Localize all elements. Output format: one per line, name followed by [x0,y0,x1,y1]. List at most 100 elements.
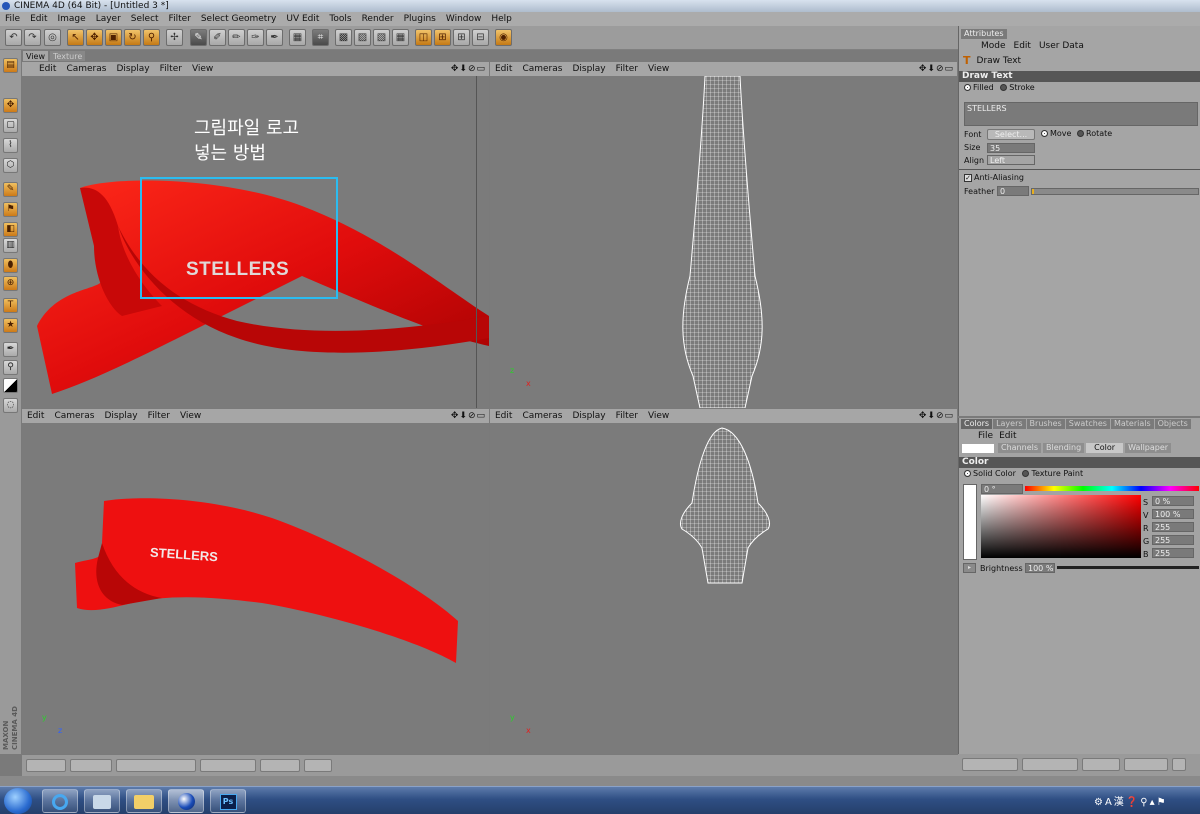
s-field[interactable]: 0 % [1152,496,1194,506]
vp2-menu-cameras[interactable]: Cameras [517,64,567,74]
vp1-menu-view[interactable]: View [187,64,218,74]
colors-menu-file[interactable]: File [975,431,996,441]
vp1-menu-filter[interactable]: Filter [155,64,187,74]
vp2-menu-edit[interactable]: Edit [490,64,517,74]
subtab-blending[interactable]: Blending [1043,443,1085,453]
start-button-icon[interactable] [4,788,32,814]
photoshop-icon[interactable]: Ps [210,789,246,813]
folder-icon[interactable] [126,789,162,813]
hue-field[interactable]: 0 ° [981,484,1023,494]
vp4-menu-cameras[interactable]: Cameras [517,411,567,421]
select-tool-icon[interactable]: ↖ [67,29,84,46]
panel-tool-group-3[interactable] [1082,758,1120,771]
live-selection-icon[interactable]: ◎ [44,29,61,46]
viewport-front-wireframe[interactable]: Edit Cameras Display Filter View ✥⬇⊘▭ y … [490,409,957,754]
eraser-left-icon[interactable]: ◧ [3,222,18,237]
vp4-menu-display[interactable]: Display [567,411,610,421]
bottom-tool-group-1[interactable] [26,759,66,772]
subtab-color[interactable]: Color [1086,443,1124,453]
feather-slider[interactable] [1031,188,1199,195]
vp3-menu-filter[interactable]: Filter [143,411,175,421]
solid-color-radio[interactable] [964,470,971,477]
move-radio[interactable] [1041,130,1048,137]
scale-tool-icon[interactable]: ▣ [105,29,122,46]
viewport-canvas[interactable]: STELLERS y z [22,423,489,754]
windows-explorer-icon[interactable] [84,789,120,813]
vp4-menu-view[interactable]: View [643,411,674,421]
eyedropper-icon[interactable]: ✒ [3,342,18,357]
bottom-tool-group-2[interactable] [70,759,112,772]
paint-mode-4-icon[interactable]: ▦ [392,29,409,46]
font-select-button[interactable]: Select... [987,129,1035,140]
viewport-canvas[interactable]: STELLERS 그림파일 로고 넣는 방법 [22,76,489,408]
current-color-swatch[interactable] [962,444,994,453]
system-tray-icons[interactable]: ⚙A漢❓⚲▴⚑ [1094,793,1168,808]
attr-menu-edit[interactable]: Edit [1010,41,1035,51]
vp4-nav-controls[interactable]: ✥⬇⊘▭ [919,409,954,423]
b-field[interactable]: 255 [1152,548,1194,558]
vp3-menu-cameras[interactable]: Cameras [49,411,99,421]
layout-4-icon[interactable]: ⊟ [472,29,489,46]
viewport-canvas[interactable]: z x [490,76,957,408]
bottom-tool-group-4[interactable] [200,759,256,772]
v-field[interactable]: 100 % [1152,509,1194,519]
move-tool-icon[interactable]: ✥ [86,29,103,46]
tab-brushes[interactable]: Brushes [1026,419,1065,429]
vp2-menu-display[interactable]: Display [567,64,610,74]
bottom-tool-group-3[interactable] [116,759,196,772]
menu-help[interactable]: Help [486,14,517,24]
viewport-canvas[interactable]: y x [490,423,957,754]
text-input[interactable]: STELLERS [964,102,1198,126]
vp3-menu-edit[interactable]: Edit [22,411,49,421]
menu-filter[interactable]: Filter [164,14,196,24]
g-field[interactable]: 255 [1152,535,1194,545]
subtab-wallpaper[interactable]: Wallpaper [1125,443,1172,453]
vp2-menu-filter[interactable]: Filter [611,64,643,74]
r-field[interactable]: 255 [1152,522,1194,532]
feather-field[interactable]: 0 [997,186,1029,196]
vp2-nav-controls[interactable]: ✥⬇⊘▭ [919,62,954,76]
dropper-drop-icon[interactable]: ⬮ [3,258,18,273]
menu-image[interactable]: Image [53,14,91,24]
brightness-slider[interactable] [1057,566,1199,569]
panel-tool-group-2[interactable] [1022,758,1078,771]
vp1-menu-display[interactable]: Display [111,64,154,74]
dodge-brush-icon[interactable]: ✒ [266,29,283,46]
subtab-channels[interactable]: Channels [998,443,1042,453]
render-icon[interactable]: ◉ [495,29,512,46]
palette-menu-icon[interactable]: ▤ [3,58,18,73]
bottom-tool-group-6[interactable] [304,759,332,772]
menu-layer[interactable]: Layer [91,14,126,24]
redo-icon[interactable]: ↷ [24,29,41,46]
internet-explorer-icon[interactable] [42,789,78,813]
tab-texture[interactable]: Texture [48,50,87,62]
projection-painting-icon[interactable]: ⌗ [312,29,329,46]
colors-menu-edit[interactable]: Edit [996,431,1019,441]
texture-paint-radio[interactable] [1022,470,1030,477]
rect-select-icon[interactable]: ▢ [3,118,18,133]
undo-icon[interactable]: ↶ [5,29,22,46]
mask-icon[interactable]: ◌ [3,398,18,413]
vp2-menu-view[interactable]: View [643,64,674,74]
vp3-nav-controls[interactable]: ✥⬇⊘▭ [451,409,486,423]
layout-3-icon[interactable]: ⊞ [453,29,470,46]
menu-edit[interactable]: Edit [25,14,52,24]
menu-render[interactable]: Render [357,14,399,24]
tab-materials[interactable]: Materials [1110,419,1154,429]
rotate-tool-icon[interactable]: ↻ [124,29,141,46]
brush-left-icon[interactable]: ✎ [3,182,18,197]
menu-select[interactable]: Select [126,14,164,24]
magnify-icon[interactable]: ⊕ [3,276,18,291]
polygon-select-icon[interactable]: ⬡ [3,158,18,173]
paint-mode-3-icon[interactable]: ▧ [373,29,390,46]
attr-menu-user-data[interactable]: User Data [1035,41,1088,51]
move-tool-left-icon[interactable]: ✥ [3,98,18,113]
brightness-expand-icon[interactable]: ▸ [963,563,976,573]
tab-view[interactable]: View [22,50,49,62]
menu-uv-edit[interactable]: UV Edit [281,14,324,24]
eraser-brush-icon[interactable]: ✑ [247,29,264,46]
vp4-menu-filter[interactable]: Filter [611,411,643,421]
attributes-tab[interactable]: Attributes [961,29,1007,39]
zoom-tool-icon[interactable]: ⚲ [3,360,18,375]
panel-tool-group-4[interactable] [1124,758,1168,771]
